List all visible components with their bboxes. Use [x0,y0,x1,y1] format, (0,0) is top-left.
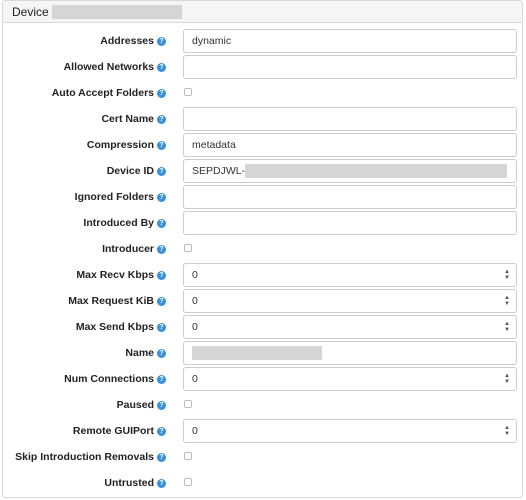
row-ignored-folders: Ignored Folders? [3,184,522,210]
max-request-kib-value: 0 [192,295,198,307]
help-icon[interactable]: ? [157,36,166,46]
max-send-kbps-value: 0 [192,321,198,333]
help-icon[interactable]: ? [157,62,166,72]
label-num-connections: Num Connections [64,373,154,385]
help-icon[interactable]: ? [157,478,166,488]
label-paused: Paused [116,399,154,411]
addresses-input[interactable]: dynamic [183,29,517,53]
row-paused: Paused? [3,392,522,418]
help-icon[interactable]: ? [157,140,166,150]
row-compression: Compression? metadata [3,132,522,158]
device-panel: Device Addresses? dynamic Allowed Networ… [2,0,523,498]
max-recv-kbps-value: 0 [192,269,198,281]
max-recv-kbps-input[interactable]: 0 ▲ ▼ [183,263,517,287]
num-connections-value: 0 [192,373,198,385]
label-remote-guiport: Remote GUIPort [72,425,154,437]
row-device-id: Device ID? SEPDJWL- [3,158,522,184]
label-max-request-kib: Max Request KiB [68,295,154,307]
row-max-request-kib: Max Request KiB? 0 ▲ ▼ [3,288,522,314]
panel-header: Device [3,1,522,23]
cert-name-input[interactable] [183,107,517,131]
max-send-kbps-input[interactable]: 0 ▲ ▼ [183,315,517,339]
redacted-name [192,346,322,360]
help-icon[interactable]: ? [157,218,166,228]
device-id-input[interactable]: SEPDJWL- [183,159,517,183]
help-icon[interactable]: ? [157,452,166,462]
label-compression: Compression [86,139,154,151]
panel-title: Device [12,4,49,19]
remote-guiport-value: 0 [192,425,198,437]
label-max-recv-kbps: Max Recv Kbps [76,269,154,281]
help-icon[interactable]: ? [157,270,166,280]
row-max-send-kbps: Max Send Kbps? 0 ▲ ▼ [3,314,522,340]
compression-input[interactable]: metadata [183,133,517,157]
row-introducer: Introducer? [3,236,522,262]
num-connections-input[interactable]: 0 ▲ ▼ [183,367,517,391]
help-icon[interactable]: ? [157,166,166,176]
label-name: Name [125,347,154,359]
label-introduced-by: Introduced By [83,217,154,229]
help-icon[interactable]: ? [157,348,166,358]
up-down-chevron-icon[interactable]: ▲ ▼ [504,373,510,385]
help-icon[interactable]: ? [157,400,166,410]
redacted-device-name [51,4,182,19]
help-icon[interactable]: ? [157,244,166,254]
row-remote-guiport: Remote GUIPort? 0 ▲ ▼ [3,418,522,444]
help-icon[interactable]: ? [157,374,166,384]
auto-accept-folders-checkbox[interactable] [184,88,192,96]
untrusted-checkbox[interactable] [184,478,192,486]
label-cert-name: Cert Name [101,113,154,125]
label-introducer: Introducer [102,243,154,255]
up-down-chevron-icon[interactable]: ▲ ▼ [504,321,510,333]
label-max-send-kbps: Max Send Kbps [75,321,154,333]
help-icon[interactable]: ? [157,114,166,124]
row-addresses: Addresses? dynamic [3,28,522,54]
row-auto-accept-folders: Auto Accept Folders? [3,80,522,106]
introducer-checkbox[interactable] [184,244,192,252]
label-ignored-folders: Ignored Folders [74,191,154,203]
ignored-folders-input[interactable] [183,185,517,209]
label-auto-accept-folders: Auto Accept Folders [51,87,154,99]
help-icon[interactable]: ? [157,192,166,202]
help-icon[interactable]: ? [157,296,166,306]
allowed-networks-input[interactable] [183,55,517,79]
redacted-device-id [245,164,508,178]
introduced-by-input[interactable] [183,211,517,235]
label-device-id: Device ID [106,165,154,177]
max-request-kib-input[interactable]: 0 ▲ ▼ [183,289,517,313]
label-skip-introduction-removals: Skip Introduction Removals [15,451,154,463]
row-name: Name? [3,340,522,366]
row-skip-introduction-removals: Skip Introduction Removals? [3,444,522,470]
name-input[interactable] [183,341,517,365]
up-down-chevron-icon[interactable]: ▲ ▼ [504,425,510,437]
skip-introduction-removals-checkbox[interactable] [184,452,192,460]
row-allowed-networks: Allowed Networks? [3,54,522,80]
row-num-connections: Num Connections? 0 ▲ ▼ [3,366,522,392]
label-addresses: Addresses [100,35,154,47]
row-untrusted: Untrusted? [3,470,522,496]
up-down-chevron-icon[interactable]: ▲ ▼ [504,269,510,281]
paused-checkbox[interactable] [184,400,192,408]
row-cert-name: Cert Name? [3,106,522,132]
label-untrusted: Untrusted [104,477,154,489]
remote-guiport-input[interactable]: 0 ▲ ▼ [183,419,517,443]
help-icon[interactable]: ? [157,322,166,332]
row-introduced-by: Introduced By? [3,210,522,236]
label-allowed-networks: Allowed Networks [63,61,154,73]
help-icon[interactable]: ? [157,426,166,436]
row-max-recv-kbps: Max Recv Kbps? 0 ▲ ▼ [3,262,522,288]
up-down-chevron-icon[interactable]: ▲ ▼ [504,295,510,307]
help-icon[interactable]: ? [157,88,166,98]
device-id-value: SEPDJWL- [192,165,246,177]
